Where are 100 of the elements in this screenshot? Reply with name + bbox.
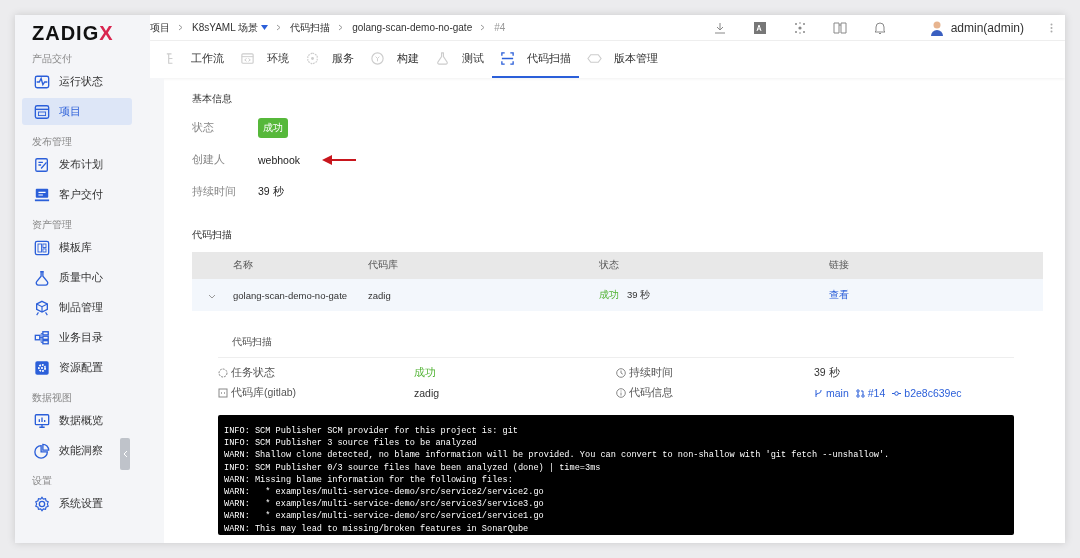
column-header: 名称 xyxy=(233,259,253,270)
log-line: INFO: SCM Publisher 0/3 source files have been analyzed (done) | time=3ms xyxy=(224,461,602,474)
pulse-icon xyxy=(34,73,50,90)
sidebar-item[interactable]: 项目 xyxy=(22,98,132,125)
monitor-icon xyxy=(34,186,50,203)
download-icon[interactable] xyxy=(712,20,727,35)
sidebar-item[interactable]: 制品管理 xyxy=(22,294,132,321)
commit-link[interactable]: b2e8c639ec xyxy=(892,387,962,399)
column-header: 状态 xyxy=(599,259,619,270)
flask-icon xyxy=(435,51,450,66)
table-cell: 39 秒 xyxy=(626,288,651,300)
branch-icon xyxy=(814,388,823,398)
log-line: INFO: SCM Publisher 3 source files to be analyzed xyxy=(224,437,478,450)
status-text: 成功 xyxy=(599,288,619,300)
code-window-icon xyxy=(240,51,255,66)
log-line: WARN: * examples/multi-service-demo/src/service3/service3.go xyxy=(224,498,545,511)
sidebar-item[interactable]: 模板库 xyxy=(22,234,132,261)
commit-icon xyxy=(892,388,902,398)
chevron-right-icon xyxy=(480,24,487,31)
expand-chevron-icon[interactable] xyxy=(208,293,216,299)
table-cell: zadig xyxy=(368,289,391,301)
detail-label: 任务状态 xyxy=(218,366,414,380)
view-link[interactable]: 查看 xyxy=(829,288,849,300)
sidebar-item[interactable]: 质量中心 xyxy=(22,264,132,291)
section-heading: 资产管理 xyxy=(31,217,73,232)
chevron-right-icon xyxy=(338,24,345,31)
detail-label: 持续时间 xyxy=(616,366,814,380)
sidebar-item[interactable]: 客户交付 xyxy=(22,181,132,208)
chart-monitor-icon xyxy=(34,412,50,429)
tab[interactable]: 版本管理 xyxy=(579,41,666,78)
table-cell: golang-scan-demo-no-gate xyxy=(233,289,348,301)
chevron-right-icon xyxy=(276,24,283,31)
column-header: 代码库 xyxy=(368,259,398,270)
log-line: WARN: This may lead to missing/broken features in SonarQube xyxy=(224,522,530,535)
log-line: INFO: SCM Publisher SCM provider for this project is: git xyxy=(224,425,519,438)
detail-label: 代码信息 xyxy=(616,386,814,400)
more-icon[interactable] xyxy=(1050,22,1053,33)
hierarchy-icon xyxy=(34,329,50,346)
log-line: WARN: * examples/multi-service-demo/src/service1/service1.go xyxy=(224,510,545,523)
tab[interactable]: 测试 xyxy=(427,41,492,78)
sidebar-item[interactable]: 效能洞察 xyxy=(22,437,132,464)
breadcrumb-link[interactable]: K8sYAML 场景 xyxy=(192,20,269,35)
scan-icon xyxy=(500,51,515,66)
breadcrumb-link[interactable]: 项目 xyxy=(150,20,170,35)
pull-request-icon xyxy=(855,388,865,398)
edit-document-icon xyxy=(34,156,50,173)
sidebar-item[interactable]: 资源配置 xyxy=(22,354,132,381)
field-value: 39 秒 xyxy=(258,185,284,199)
detail-label: 代码库(gitlab) xyxy=(218,386,414,400)
dots-cluster-icon[interactable] xyxy=(792,20,807,35)
section-heading: 发布管理 xyxy=(31,134,73,149)
section-title: 基本信息 xyxy=(192,92,233,106)
avatar[interactable] xyxy=(928,19,945,36)
status-tag: 成功 xyxy=(258,118,288,138)
chevron-left-icon xyxy=(122,450,128,458)
panel-title: 代码扫描 xyxy=(218,327,1014,358)
field-label: 状态 xyxy=(192,121,215,135)
pull-request-link[interactable]: #14 xyxy=(855,387,886,399)
field-label: 创建人 xyxy=(192,153,226,167)
breadcrumb-link[interactable]: golang-scan-demo-no-gate xyxy=(352,22,473,33)
section-heading: 数据视图 xyxy=(31,390,73,405)
pie-chart-icon xyxy=(34,442,50,459)
browser-window-icon xyxy=(34,103,50,120)
breadcrumb-link[interactable]: 代码扫描 xyxy=(290,20,331,35)
info-icon xyxy=(616,388,626,398)
clock-icon xyxy=(616,368,626,378)
sidebar-item[interactable]: 业务目录 xyxy=(22,324,132,351)
gear-square-icon xyxy=(34,359,50,376)
sidebar-item[interactable]: 数据概览 xyxy=(22,407,132,434)
section-heading: 设置 xyxy=(31,473,53,488)
section-title: 代码扫描 xyxy=(192,228,233,242)
translate-icon[interactable] xyxy=(752,20,767,35)
field-label: 持续时间 xyxy=(192,185,237,199)
tab[interactable]: 代码扫描 xyxy=(492,41,579,78)
username[interactable]: admin(admin) xyxy=(950,20,1024,35)
flask-icon xyxy=(34,269,50,286)
section-heading: 产品交付 xyxy=(31,51,73,66)
tab[interactable]: 工作流 xyxy=(156,41,232,78)
branch-link[interactable]: main xyxy=(814,387,849,399)
sidebar-item[interactable]: 运行状态 xyxy=(22,68,132,95)
chevron-right-icon xyxy=(178,24,184,31)
tab[interactable]: 服务 xyxy=(297,41,362,78)
log-line: WARN: Missing blame information for the following files: xyxy=(224,473,514,486)
collapse-handle[interactable] xyxy=(120,438,130,470)
detail-value: zadig xyxy=(414,387,441,399)
book-icon[interactable] xyxy=(832,20,847,35)
sidebar-item[interactable]: 发布计划 xyxy=(22,151,132,178)
detail-value: 39 秒 xyxy=(814,366,841,380)
loading-icon xyxy=(218,368,228,378)
log-line: WARN: * examples/multi-service-demo/src/service2/service2.go xyxy=(224,486,545,499)
tab[interactable]: 环境 xyxy=(232,41,297,78)
detail-value: 成功 xyxy=(414,366,437,380)
field-value: webhook xyxy=(258,154,301,166)
tab[interactable]: 构建 xyxy=(362,41,427,78)
log-line: WARN: Shallow clone detected, no blame information will be provided. You can convert to non-shallow with 'git fetch --unshallow'. xyxy=(224,449,891,462)
settings-icon xyxy=(34,495,50,512)
logo: ZADIGX xyxy=(32,22,114,45)
bell-icon[interactable] xyxy=(872,20,887,35)
column-header: 链接 xyxy=(829,259,849,270)
sidebar-item[interactable]: 系统设置 xyxy=(22,490,132,517)
